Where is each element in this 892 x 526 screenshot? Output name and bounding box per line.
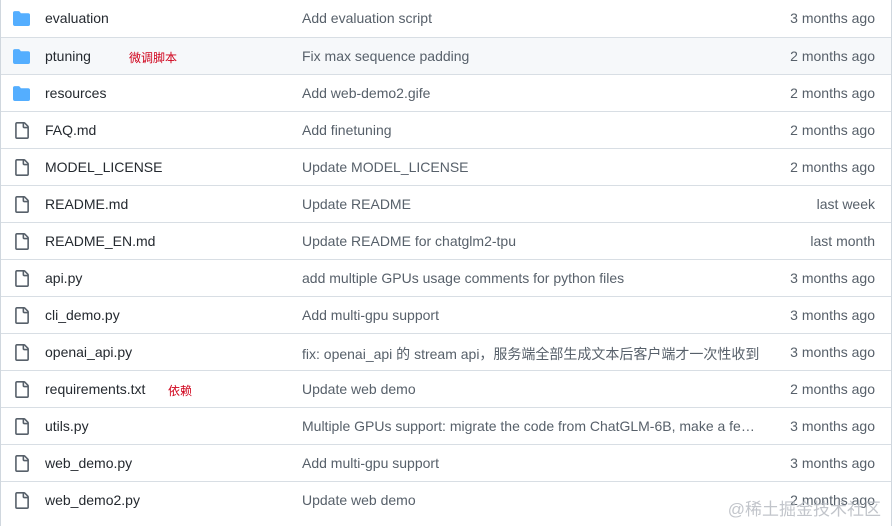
file-name-link[interactable]: cli_demo.py [45,307,120,323]
file-row[interactable]: FAQ.md Add finetuning 2 months ago [1,111,891,148]
commit-message-link[interactable]: Add evaluation script [302,10,762,26]
commit-age: 3 months ago [790,418,875,434]
file-icon [13,492,30,509]
commit-message-link[interactable]: Fix max sequence padding [302,48,762,64]
commit-message-link[interactable]: Add web-demo2.gife [302,85,762,101]
file-icon [13,122,30,139]
file-row[interactable]: requirements.txt 依赖 Update web demo 2 month… [1,370,891,407]
file-row[interactable]: utils.py Multiple GPUs support: migrate t… [1,407,891,444]
watermark: @稀土掘金技术社区 [727,500,881,519]
file-name-link[interactable]: ptuning [45,48,91,64]
commit-message-link[interactable]: Update web demo [302,381,762,397]
file-name-link[interactable]: utils.py [45,418,89,434]
file-name-link[interactable]: api.py [45,270,82,286]
file-icon [13,455,30,472]
file-icon [13,270,30,287]
file-icon [13,196,30,213]
commit-age: 3 months ago [790,307,875,323]
file-row[interactable]: api.py add multiple GPUs usage comments f… [1,259,891,296]
file-name-link[interactable]: evaluation [45,10,109,26]
file-icon [13,344,30,361]
file-name-link[interactable]: MODEL_LICENSE [45,159,162,175]
file-row[interactable]: README_EN.md Update README for chatglm2-t… [1,222,891,259]
file-name-link[interactable]: resources [45,85,106,101]
commit-message-link[interactable]: Update README for chatglm2-tpu [302,233,762,249]
file-row[interactable]: README.md Update README last week [1,185,891,222]
file-name-link[interactable]: web_demo.py [45,455,132,471]
commit-age: last month [810,233,875,249]
commit-age: 3 months ago [790,270,875,286]
file-name-link[interactable]: FAQ.md [45,122,96,138]
file-row[interactable]: cli_demo.py Add multi-gpu support 3 months… [1,296,891,333]
commit-age: last week [816,196,875,212]
file-name-link[interactable]: requirements.txt [45,381,145,397]
commit-age: 3 months ago [790,344,875,360]
file-row[interactable]: resources Add web-demo2.gife 2 months ago [1,74,891,111]
annotation-note: 依赖 [168,384,193,398]
commit-message-link[interactable]: Add finetuning [302,122,762,138]
commit-message-link[interactable]: fix: openai_api 的 stream api，服务端全部生成文本后客… [302,344,762,364]
file-name-link[interactable]: web_demo2.py [45,492,140,508]
file-row[interactable]: MODEL_LICENSE Update MODEL_LICENSE 2 month… [1,148,891,185]
commit-message-link[interactable]: Add multi-gpu support [302,307,762,323]
commit-age: 2 months ago [790,85,875,101]
commit-age: 2 months ago [790,381,875,397]
annotation-note: 微调脚本 [129,51,178,65]
file-name-link[interactable]: openai_api.py [45,344,132,360]
commit-age: 3 months ago [790,455,875,471]
commit-age: 2 months ago [790,159,875,175]
file-row[interactable]: web_demo.py Add multi-gpu support 3 months… [1,444,891,481]
commit-message-link[interactable]: add multiple GPUs usage comments for pyt… [302,270,762,286]
file-row[interactable]: ptuning 微调脚本 Fix max sequence padding 2 mon… [1,37,891,74]
commit-message-link[interactable]: Update MODEL_LICENSE [302,159,762,175]
folder-icon [13,48,30,65]
file-icon [13,381,30,398]
file-list: evaluation Add evaluation script 3 months … [0,0,892,526]
commit-age: 3 months ago [790,10,875,26]
file-icon [13,307,30,324]
commit-age: 2 months ago [790,122,875,138]
commit-age: 2 months ago [790,48,875,64]
folder-icon [13,85,30,102]
file-icon [13,233,30,250]
folder-icon [13,10,30,27]
file-name-link[interactable]: README.md [45,196,128,212]
commit-message-link[interactable]: Update web demo [302,492,762,508]
commit-message-link[interactable]: Multiple GPUs support: migrate the code … [302,418,762,434]
file-icon [13,418,30,435]
commit-message-link[interactable]: Add multi-gpu support [302,455,762,471]
file-icon [13,159,30,176]
commit-message-link[interactable]: Update README [302,196,762,212]
file-row[interactable]: openai_api.py fix: openai_api 的 stream ap… [1,333,891,370]
file-name-link[interactable]: README_EN.md [45,233,155,249]
file-row[interactable]: evaluation Add evaluation script 3 months … [1,0,891,37]
